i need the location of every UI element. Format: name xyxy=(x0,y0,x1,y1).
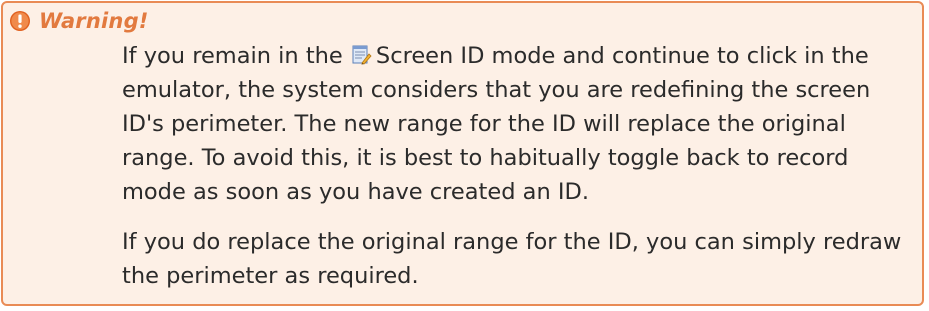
paragraph-1-lead: If you remain in the xyxy=(122,43,350,69)
warning-paragraph-2: If you do replace the original range for… xyxy=(122,229,902,289)
warning-callout: Warning! If you remain in the Screen ID … xyxy=(1,1,924,306)
warning-body: If you remain in the Screen ID mode and … xyxy=(122,39,912,293)
warning-title: Warning! xyxy=(39,9,149,33)
exclamation-circle-icon xyxy=(9,10,31,32)
screen-id-icon xyxy=(352,41,372,65)
warning-header: Warning! xyxy=(9,7,149,35)
warning-paragraph-1: If you remain in the Screen ID mode and … xyxy=(122,39,912,209)
